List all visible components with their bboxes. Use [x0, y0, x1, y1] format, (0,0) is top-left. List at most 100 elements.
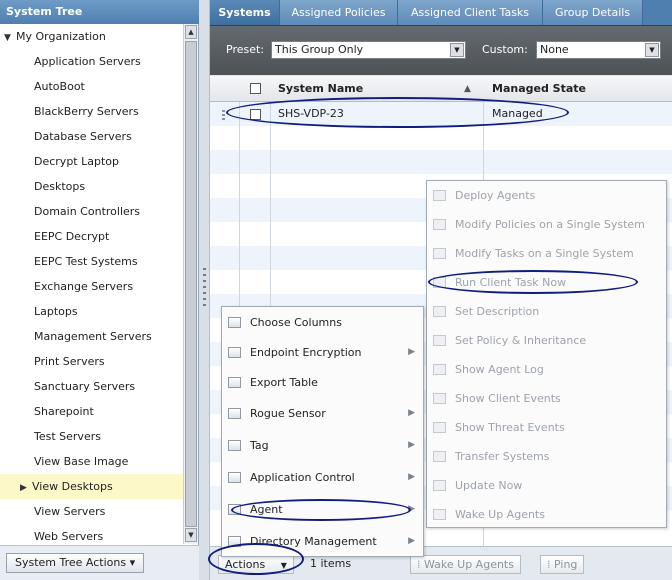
column-header-managed-state[interactable]: Managed State [492, 76, 586, 102]
tab-group-details[interactable]: Group Details [543, 0, 643, 25]
preset-select[interactable]: This Group Only ▼ [271, 41, 466, 59]
menu-item-deploy-agents[interactable]: Deploy Agents [427, 181, 666, 210]
menu-item-export-table[interactable]: Export Table [222, 368, 423, 397]
tree-item[interactable]: EEPC Test Systems [0, 249, 183, 274]
chevron-down-icon[interactable]: ▼ [645, 43, 659, 57]
column-header-system-name[interactable]: System Name [278, 76, 363, 102]
menu-item-tag[interactable]: Tag ▶ [222, 431, 423, 460]
menu-item-agent[interactable]: Agent ▶ [222, 495, 423, 524]
menu-item-run-client-task-now[interactable]: Run Client Task Now [427, 268, 666, 297]
export-icon [228, 377, 241, 388]
tree-item[interactable]: Database Servers [0, 124, 183, 149]
scroll-up-icon[interactable]: ▲ [185, 25, 197, 39]
task-icon [433, 422, 446, 433]
tree-item[interactable]: Exchange Servers [0, 274, 183, 299]
menu-item-rogue-sensor[interactable]: Rogue Sensor ▶ [222, 399, 423, 428]
tree-item[interactable]: AutoBoot [0, 74, 183, 99]
menu-item-set-policy-inheritance[interactable]: Set Policy & Inheritance [427, 326, 666, 355]
menu-item-choose-columns[interactable]: Choose Columns [222, 308, 423, 337]
tree-item-label: Print Servers [34, 355, 105, 368]
tree-item[interactable]: View Servers [0, 499, 183, 524]
system-tree-actions-button[interactable]: System Tree Actions ▾ [6, 553, 145, 573]
tree-item-label: View Base Image [34, 455, 129, 468]
tab-assigned-client-tasks[interactable]: Assigned Client Tasks [398, 0, 543, 25]
scroll-down-icon[interactable]: ▼ [185, 528, 197, 542]
tree-item-label: Sharepoint [34, 405, 94, 418]
expand-triangle-icon[interactable]: ▶ [20, 476, 32, 501]
tree-item[interactable]: Web Servers [0, 524, 183, 544]
pane-splitter[interactable] [199, 0, 210, 580]
actions-button[interactable]: Actions ▼ [218, 555, 294, 574]
tree-item[interactable]: Desktops [0, 174, 183, 199]
tree-item-label: My Organization [16, 30, 106, 43]
sort-ascending-icon[interactable]: ▲ [464, 76, 471, 102]
task-icon [433, 219, 446, 230]
task-icon [433, 480, 446, 491]
columns-icon [228, 317, 241, 328]
menu-item-label: Modify Policies on a Single System [455, 218, 645, 231]
menu-item-show-client-events[interactable]: Show Client Events [427, 384, 666, 413]
tree-item[interactable]: Domain Controllers [0, 199, 183, 224]
submenu-arrow-icon: ▶ [408, 408, 415, 418]
menu-item-show-agent-log[interactable]: Show Agent Log [427, 355, 666, 384]
menu-item-label: Show Threat Events [455, 421, 565, 434]
tab-bar: Systems Assigned Policies Assigned Clien… [210, 0, 672, 25]
cell-system-name[interactable]: SHS-VDP-23 [278, 102, 344, 126]
tab-assigned-policies[interactable]: Assigned Policies [280, 0, 398, 25]
row-checkbox[interactable] [250, 109, 261, 120]
select-all-checkbox[interactable] [250, 83, 261, 94]
task-icon [433, 393, 446, 404]
custom-select[interactable]: None ▼ [536, 41, 661, 59]
cell-managed-state: Managed [492, 107, 543, 120]
menu-item-label: Tag [250, 439, 269, 452]
menu-item-label: Application Control [250, 471, 355, 484]
expand-triangle-icon[interactable]: ▼ [4, 26, 16, 51]
system-tree-pane: System Tree ▼ My Organization Application… [0, 0, 199, 580]
tree-item-label: EEPC Test Systems [34, 255, 138, 268]
tree-item[interactable]: Laptops [0, 299, 183, 324]
ping-button[interactable]: ⁞ Ping [540, 555, 585, 574]
menu-item-wake-up-agents[interactable]: Wake Up Agents [427, 500, 666, 529]
tree-item[interactable]: Application Servers [0, 49, 183, 74]
tree-item[interactable]: Sanctuary Servers [0, 374, 183, 399]
menu-item-modify-tasks[interactable]: Modify Tasks on a Single System [427, 239, 666, 268]
task-icon [433, 451, 446, 462]
scroll-thumb[interactable] [185, 41, 197, 527]
submenu-arrow-icon: ▶ [408, 536, 415, 546]
tree-footer: System Tree Actions ▾ [0, 545, 199, 580]
tree-scrollbar[interactable]: ▲ ▼ [183, 24, 198, 544]
tree-item-selected[interactable]: ▶ View Desktops [0, 474, 183, 499]
wake-up-agents-label: Wake Up Agents [424, 558, 514, 571]
tree-item-label: Decrypt Laptop [34, 155, 119, 168]
tree-item[interactable]: EEPC Decrypt [0, 224, 183, 249]
menu-item-transfer-systems[interactable]: Transfer Systems [427, 442, 666, 471]
submenu-arrow-icon: ▶ [408, 440, 415, 450]
tab-systems[interactable]: Systems [210, 0, 280, 25]
tree-item[interactable]: Sharepoint [0, 399, 183, 424]
wake-up-agents-button[interactable]: ⁞ Wake Up Agents [410, 555, 521, 574]
tree-item[interactable]: Management Servers [0, 324, 183, 349]
chevron-down-icon[interactable]: ▼ [450, 43, 464, 57]
tree-item[interactable]: Decrypt Laptop [0, 149, 183, 174]
submenu-arrow-icon: ▶ [408, 472, 415, 482]
item-count: 1 items [310, 557, 352, 570]
menu-item-application-control[interactable]: Application Control ▶ [222, 463, 423, 492]
menu-item-show-threat-events[interactable]: Show Threat Events [427, 413, 666, 442]
tree-item[interactable]: Test Servers [0, 424, 183, 449]
tree-item[interactable]: Print Servers [0, 349, 183, 374]
menu-item-label: Set Policy & Inheritance [455, 334, 587, 347]
menu-item-label: Show Agent Log [455, 363, 544, 376]
menu-item-set-description[interactable]: Set Description [427, 297, 666, 326]
tree-item[interactable]: View Base Image [0, 449, 183, 474]
menu-item-directory-management[interactable]: Directory Management ▶ [222, 527, 423, 556]
tree-item-my-organization[interactable]: ▼ My Organization [0, 24, 183, 49]
menu-item-update-now[interactable]: Update Now [427, 471, 666, 500]
tree-item-label: Sanctuary Servers [34, 380, 136, 393]
task-icon [433, 248, 446, 259]
menu-item-endpoint-encryption[interactable]: Endpoint Encryption ▶ [222, 338, 423, 367]
menu-item-modify-policies[interactable]: Modify Policies on a Single System [427, 210, 666, 239]
tree-item-label: BlackBerry Servers [34, 105, 139, 118]
menu-item-label: Wake Up Agents [455, 508, 545, 521]
tree-item[interactable]: BlackBerry Servers [0, 99, 183, 124]
task-icon [433, 364, 446, 375]
